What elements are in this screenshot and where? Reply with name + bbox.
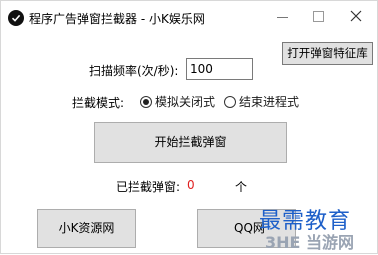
resource-site-button[interactable]: 小K资源网 xyxy=(37,209,136,248)
window-title: 程序广告弹窗拦截器 - 小K娱乐网 xyxy=(29,12,205,26)
scan-frequency-input[interactable] xyxy=(186,58,253,80)
mode-option-label: 模拟关闭式 xyxy=(155,95,216,109)
open-feature-library-button[interactable]: 打开弹窗特征库 xyxy=(282,42,373,65)
mode-radio-kill-process[interactable]: 结束进程式 xyxy=(224,93,299,110)
app-window: 程序广告弹窗拦截器 - 小K娱乐网 打开弹窗特征库 扫描频率(次/秒): 拦截模… xyxy=(0,0,378,254)
scan-frequency-label: 扫描频率(次/秒): xyxy=(89,64,179,78)
close-icon[interactable] xyxy=(343,7,369,27)
intercept-mode-label: 拦截模式: xyxy=(72,96,125,110)
intercepted-count-unit: 个 xyxy=(235,180,248,194)
watermark-sub-text: 3HE 当游网 xyxy=(265,233,355,252)
app-icon xyxy=(8,10,24,26)
mode-radio-simulate-close[interactable]: 模拟关闭式 xyxy=(140,93,215,110)
radio-unselected-icon[interactable] xyxy=(224,95,236,108)
intercepted-count-value: 0 xyxy=(187,178,195,192)
minimize-icon[interactable] xyxy=(269,7,295,27)
mode-option-label: 结束进程式 xyxy=(239,95,300,109)
intercepted-count-label: 已拦截弹窗: xyxy=(116,180,181,194)
start-intercept-button[interactable]: 开始拦截弹窗 xyxy=(94,122,287,163)
maximize-icon[interactable] xyxy=(305,7,331,27)
title-bar[interactable]: 程序广告弹窗拦截器 - 小K娱乐网 xyxy=(1,1,377,34)
watermark: 最需教育 3HE 当游网 xyxy=(259,200,378,255)
radio-selected-icon[interactable] xyxy=(140,95,152,108)
